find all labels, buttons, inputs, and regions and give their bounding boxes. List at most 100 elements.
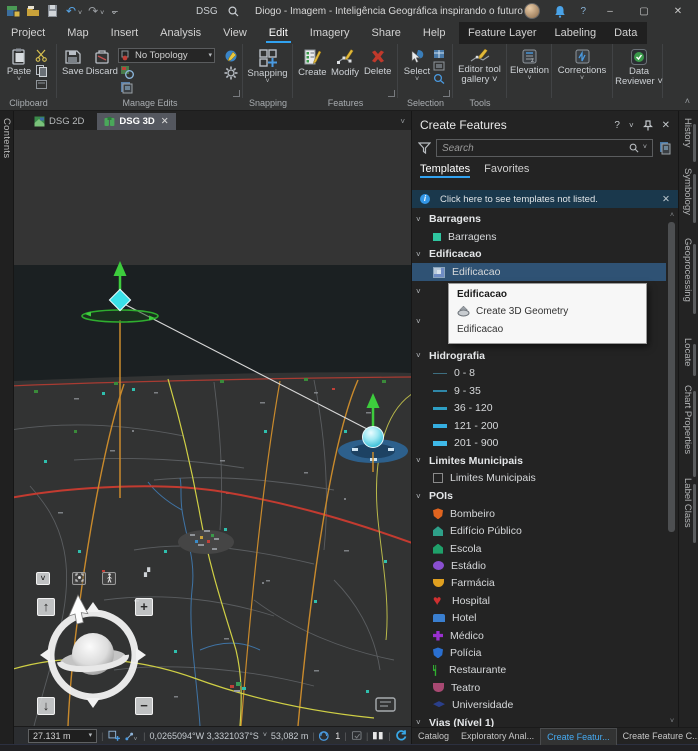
template-item-hotel[interactable]: Hotel	[412, 609, 666, 626]
template-item-universidade[interactable]: Universidade	[412, 696, 666, 713]
modify-button[interactable]: Modify	[329, 46, 362, 98]
dock-tab-catalog[interactable]: Catalog	[412, 728, 455, 745]
help-button[interactable]: ?	[580, 6, 586, 17]
dock-tab-exploratory-anal[interactable]: Exploratory Anal...	[455, 728, 540, 745]
zoom-out-button[interactable]: −	[135, 697, 153, 715]
pane-close-icon[interactable]: ✕	[662, 120, 670, 131]
ribbon-tab-help[interactable]: Help	[412, 23, 457, 44]
template-item-bombeiro[interactable]: Bombeiro	[412, 505, 666, 522]
zoom-in-button[interactable]: +	[135, 598, 153, 616]
cut-icon[interactable]	[35, 49, 48, 62]
create-button[interactable]: Create	[296, 46, 329, 98]
template-group-edificacao[interactable]: ˅Edificacao	[412, 245, 666, 263]
ribbon-tab-analysis[interactable]: Analysis	[149, 23, 212, 44]
lock-view-icon[interactable]	[351, 730, 362, 741]
data-reviewer-button[interactable]: DataReviewer ˅	[616, 46, 662, 98]
filter-icon[interactable]	[418, 142, 431, 154]
collapse-navigator-button[interactable]: ˅	[36, 572, 50, 585]
view-list-chevron-icon[interactable]: ˅	[400, 117, 405, 126]
view-tab-dsg2d[interactable]: DSG 2D	[27, 113, 91, 130]
maximize-button[interactable]: ▢	[634, 6, 654, 17]
move-up-button[interactable]: ↑	[37, 598, 55, 616]
manage-edits-expander[interactable]	[233, 90, 240, 97]
scale-dropdown[interactable]: 27.131 m▾	[28, 729, 97, 743]
flyout-create-3d[interactable]: Create 3D Geometry	[457, 305, 638, 318]
ribbon-tab-data[interactable]: Data	[605, 23, 646, 44]
dock-tab-create-feature-c[interactable]: Create Feature C...	[617, 728, 698, 745]
dock-tab-chart-properties[interactable]: Chart Properties	[682, 385, 693, 454]
status-coordinates[interactable]: 0,0265094°W 3,3321037°S	[150, 731, 259, 741]
pane-pin-icon[interactable]	[643, 120, 653, 131]
template-item-0-8[interactable]: 0 - 8	[412, 365, 666, 382]
close-view-icon[interactable]: ✕	[161, 116, 169, 127]
template-item-teatro[interactable]: Teatro	[412, 679, 666, 696]
full-control-button[interactable]	[72, 572, 86, 585]
ribbon-tab-view[interactable]: View	[212, 23, 258, 44]
avatar[interactable]	[524, 3, 540, 19]
copy-icon[interactable]	[35, 64, 48, 77]
template-group-vias-ni-vel-1[interactable]: ˅Vias (Nível 1)	[412, 714, 666, 727]
templates-scrollbar[interactable]: ˄ ˅	[666, 210, 678, 727]
info-close-icon[interactable]: ✕	[662, 194, 670, 205]
snapping-button[interactable]: Snapping ˅	[246, 46, 289, 98]
minimize-button[interactable]: –	[600, 6, 620, 17]
paste-button[interactable]: Paste ˅	[3, 46, 35, 98]
clear-selection-icon[interactable]	[433, 61, 445, 71]
topology-dropdown[interactable]: No Topology ▾	[118, 48, 215, 63]
dock-tab-history[interactable]: History	[682, 118, 693, 148]
ribbon-tab-map[interactable]: Map	[56, 23, 99, 44]
panel-tab-favorites[interactable]: Favorites	[484, 163, 529, 176]
ribbon-tab-edit[interactable]: Edit	[258, 23, 299, 44]
template-item-escola[interactable]: Escola	[412, 540, 666, 557]
map-viewport[interactable]: ˅ ▞ ↑ + ↓ −	[14, 130, 411, 726]
selected-features-icon[interactable]	[319, 730, 331, 742]
save-project-icon[interactable]	[46, 4, 60, 18]
save-edits-button[interactable]: Save	[60, 46, 86, 98]
list-by-edits-icon[interactable]	[120, 81, 134, 94]
notifications-icon[interactable]	[554, 5, 566, 18]
ribbon-tab-project[interactable]: Project	[0, 23, 56, 44]
select-button[interactable]: Select ˅	[401, 46, 433, 98]
template-item-me-dico[interactable]: Médico	[412, 627, 666, 644]
pane-help-icon[interactable]: ?	[614, 120, 620, 131]
template-item-edifi-cio-pu-blico[interactable]: Edifício Público	[412, 523, 666, 540]
ribbon-tab-imagery[interactable]: Imagery	[299, 23, 361, 44]
map-topology-icon[interactable]	[120, 65, 134, 79]
template-item-121-200[interactable]: 121 - 200	[412, 417, 666, 434]
organize-templates-icon[interactable]	[658, 141, 672, 155]
ribbon-tab-labeling[interactable]: Labeling	[545, 23, 605, 44]
flyout-template[interactable]: Edificacao	[457, 324, 638, 335]
template-item-restaurante[interactable]: Restaurante	[412, 662, 666, 679]
open-project-icon[interactable]	[26, 4, 40, 18]
template-item-36-120[interactable]: 36 - 120	[412, 400, 666, 417]
template-group-barragens[interactable]: ˅Barragens	[412, 210, 666, 228]
editor-tool-gallery-button[interactable]: Editor toolgallery ˅	[456, 46, 503, 98]
dock-tab-geoprocessing[interactable]: Geoprocessing	[682, 238, 693, 302]
corrections-button[interactable]: Corrections ˅	[555, 46, 609, 98]
snap-grid-icon[interactable]	[108, 730, 120, 742]
pane-menu-chevron-icon[interactable]: ˅	[629, 121, 634, 130]
edit-options-gear-icon[interactable]	[224, 66, 238, 80]
ribbon-tab-insert[interactable]: Insert	[100, 23, 150, 44]
refresh-icon[interactable]	[395, 729, 407, 742]
contents-pane-tab[interactable]: Contents	[1, 118, 12, 158]
attributes-icon[interactable]	[433, 49, 445, 59]
dynamic-constraints-icon[interactable]: ˅	[124, 730, 139, 742]
template-item-hospital[interactable]: ♥Hospital	[412, 592, 666, 609]
template-item-9-35[interactable]: 9 - 35	[412, 382, 666, 399]
copy-path-icon[interactable]	[35, 79, 48, 90]
template-group-hidrografia[interactable]: ˅Hidrografia	[412, 347, 666, 365]
panel-tab-templates[interactable]: Templates	[420, 163, 470, 178]
ribbon-tab-feature-layer[interactable]: Feature Layer	[459, 23, 545, 44]
selection-expander[interactable]	[443, 90, 450, 97]
template-item-201-900[interactable]: 201 - 900	[412, 434, 666, 451]
template-item-limites-municipais[interactable]: Limites Municipais	[412, 470, 666, 487]
pause-drawing-icon[interactable]: ▮▮	[372, 730, 384, 741]
template-item-poli-cia[interactable]: Polícia	[412, 644, 666, 661]
template-item-edificacao[interactable]: Edificacao	[412, 263, 666, 280]
dock-tab-symbology[interactable]: Symbology	[682, 168, 693, 215]
new-project-icon[interactable]	[6, 4, 20, 18]
ribbon-tab-share[interactable]: Share	[361, 23, 412, 44]
template-item-farma-cia[interactable]: Farmácia	[412, 575, 666, 592]
undo-button[interactable]: ↶ ˅	[66, 4, 82, 18]
